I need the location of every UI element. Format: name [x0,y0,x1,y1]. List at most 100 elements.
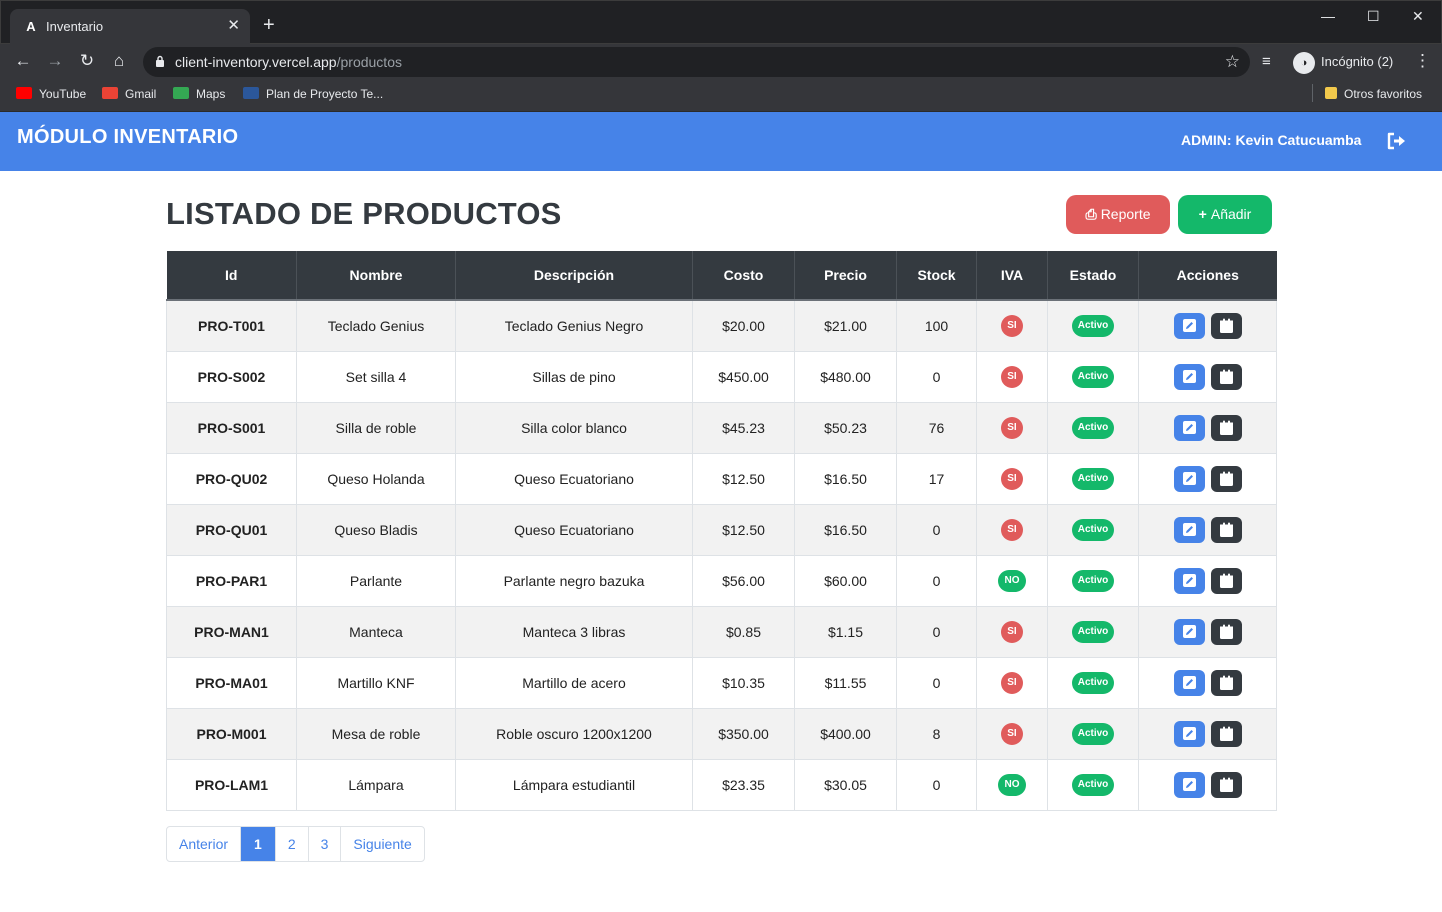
cell-descripcion: Sillas de pino [455,350,693,403]
column-header-estado: Estado [1047,251,1139,301]
edit-button[interactable] [1173,567,1205,594]
angular-favicon-icon: A [26,19,36,34]
status-badge: Activo [1072,620,1114,643]
bookmark-maps[interactable]: Maps [173,86,225,102]
table-row: PRO-M001 Mesa de roble Roble oscuro 1200x1… [166,707,1277,760]
cell-acciones [1138,554,1277,607]
cell-estado: Activo [1047,350,1139,403]
cell-descripcion: Silla color blanco [455,401,693,454]
cell-acciones [1138,401,1277,454]
report-button[interactable]: ⎙ Reporte [1066,195,1170,234]
cell-id: PRO-MAN1 [166,605,297,658]
pagination-previous[interactable]: Anterior [167,827,240,861]
maps-icon [173,87,189,99]
logout-icon[interactable] [1386,131,1408,151]
cell-costo: $56.00 [692,554,795,607]
back-icon[interactable]: ← [13,52,33,70]
cell-iva: NO [976,758,1048,811]
cell-precio: $480.00 [794,350,897,403]
status-badge: Activo [1072,722,1114,745]
cell-iva: SI [976,656,1048,709]
pagination-page-3[interactable]: 3 [307,827,341,861]
browser-tab[interactable]: A Inventario ✕ [10,9,250,45]
edit-button[interactable] [1173,516,1205,543]
window-close-icon[interactable]: ✕ [1412,8,1424,24]
browser-menu-icon[interactable]: ⋮ [1414,52,1431,70]
bookmark-youtube[interactable]: YouTube [16,86,86,102]
cell-iva: SI [976,299,1048,352]
status-badge: Activo [1072,467,1114,490]
cell-acciones [1138,299,1277,352]
edit-button[interactable] [1173,465,1205,492]
forward-icon[interactable]: → [45,52,65,70]
incognito-profile[interactable]: ◑ Incógnito (2) [1293,50,1393,74]
column-header-nombre: Nombre [296,251,456,301]
bookmark-word-doc[interactable]: Plan de Proyecto Te... [243,86,383,102]
cell-iva: SI [976,452,1048,505]
delete-button[interactable] [1210,516,1242,543]
media-control-icon[interactable]: ≡ [1262,53,1271,70]
cell-descripcion: Queso Ecuatoriano [455,503,693,556]
delete-button[interactable] [1210,414,1242,441]
cell-estado: Activo [1047,401,1139,454]
maximize-icon[interactable]: ☐ [1367,8,1380,24]
delete-button[interactable] [1210,363,1242,390]
cell-precio: $60.00 [794,554,897,607]
edit-button[interactable] [1173,771,1205,798]
pagination-next[interactable]: Siguiente [340,827,423,861]
iva-badge: SI [1001,416,1023,439]
pagination-page-2[interactable]: 2 [274,827,308,861]
edit-button[interactable] [1173,312,1205,339]
cell-nombre: Teclado Genius [296,299,456,352]
bookmark-other-folder[interactable]: Otros favoritos [1325,86,1422,102]
bookmark-star-icon[interactable]: ☆ [1225,52,1240,72]
column-header-precio: Precio [794,251,897,301]
bookmark-gmail[interactable]: Gmail [102,86,156,102]
cell-stock: 0 [896,605,977,658]
column-header-id: Id [166,251,297,301]
delete-button[interactable] [1210,465,1242,492]
new-tab-icon[interactable]: + [263,15,275,35]
cell-iva: SI [976,605,1048,658]
address-bar[interactable]: client-inventory.vercel.app/productos ☆ [143,47,1250,77]
tab-close-icon[interactable]: ✕ [227,18,240,34]
home-icon[interactable]: ⌂ [109,52,129,70]
column-header-descripcion: Descripción [455,251,693,301]
iva-badge: SI [1001,722,1023,745]
folder-icon [1325,87,1337,99]
cell-descripcion: Roble oscuro 1200x1200 [455,707,693,760]
edit-button[interactable] [1173,720,1205,747]
cell-id: PRO-LAM1 [166,758,297,811]
cell-stock: 0 [896,350,977,403]
cell-descripcion: Lámpara estudiantil [455,758,693,811]
delete-button[interactable] [1210,771,1242,798]
delete-button[interactable] [1210,720,1242,747]
iva-badge: NO [998,773,1026,796]
add-product-button[interactable]: + Añadir [1178,195,1272,234]
status-badge: Activo [1072,671,1114,694]
brand-title[interactable]: MÓDULO INVENTARIO [17,126,238,149]
cell-estado: Activo [1047,299,1139,352]
cell-nombre: Manteca [296,605,456,658]
cell-id: PRO-MA01 [166,656,297,709]
pagination-page-1[interactable]: 1 [240,827,275,861]
reload-icon[interactable]: ↻ [77,52,97,70]
cell-nombre: Martillo KNF [296,656,456,709]
delete-button[interactable] [1210,669,1242,696]
cell-id: PRO-S002 [166,350,297,403]
minimize-icon[interactable]: — [1321,8,1335,24]
delete-button[interactable] [1210,567,1242,594]
edit-button[interactable] [1173,414,1205,441]
delete-button[interactable] [1210,618,1242,645]
cell-nombre: Lámpara [296,758,456,811]
cell-iva: SI [976,503,1048,556]
status-badge: Activo [1072,773,1114,796]
table-row: PRO-T001 Teclado Genius Teclado Genius Neg… [166,299,1277,352]
edit-button[interactable] [1173,363,1205,390]
status-badge: Activo [1072,416,1114,439]
edit-button[interactable] [1173,669,1205,696]
delete-button[interactable] [1210,312,1242,339]
cell-estado: Activo [1047,758,1139,811]
cell-costo: $350.00 [692,707,795,760]
edit-button[interactable] [1173,618,1205,645]
